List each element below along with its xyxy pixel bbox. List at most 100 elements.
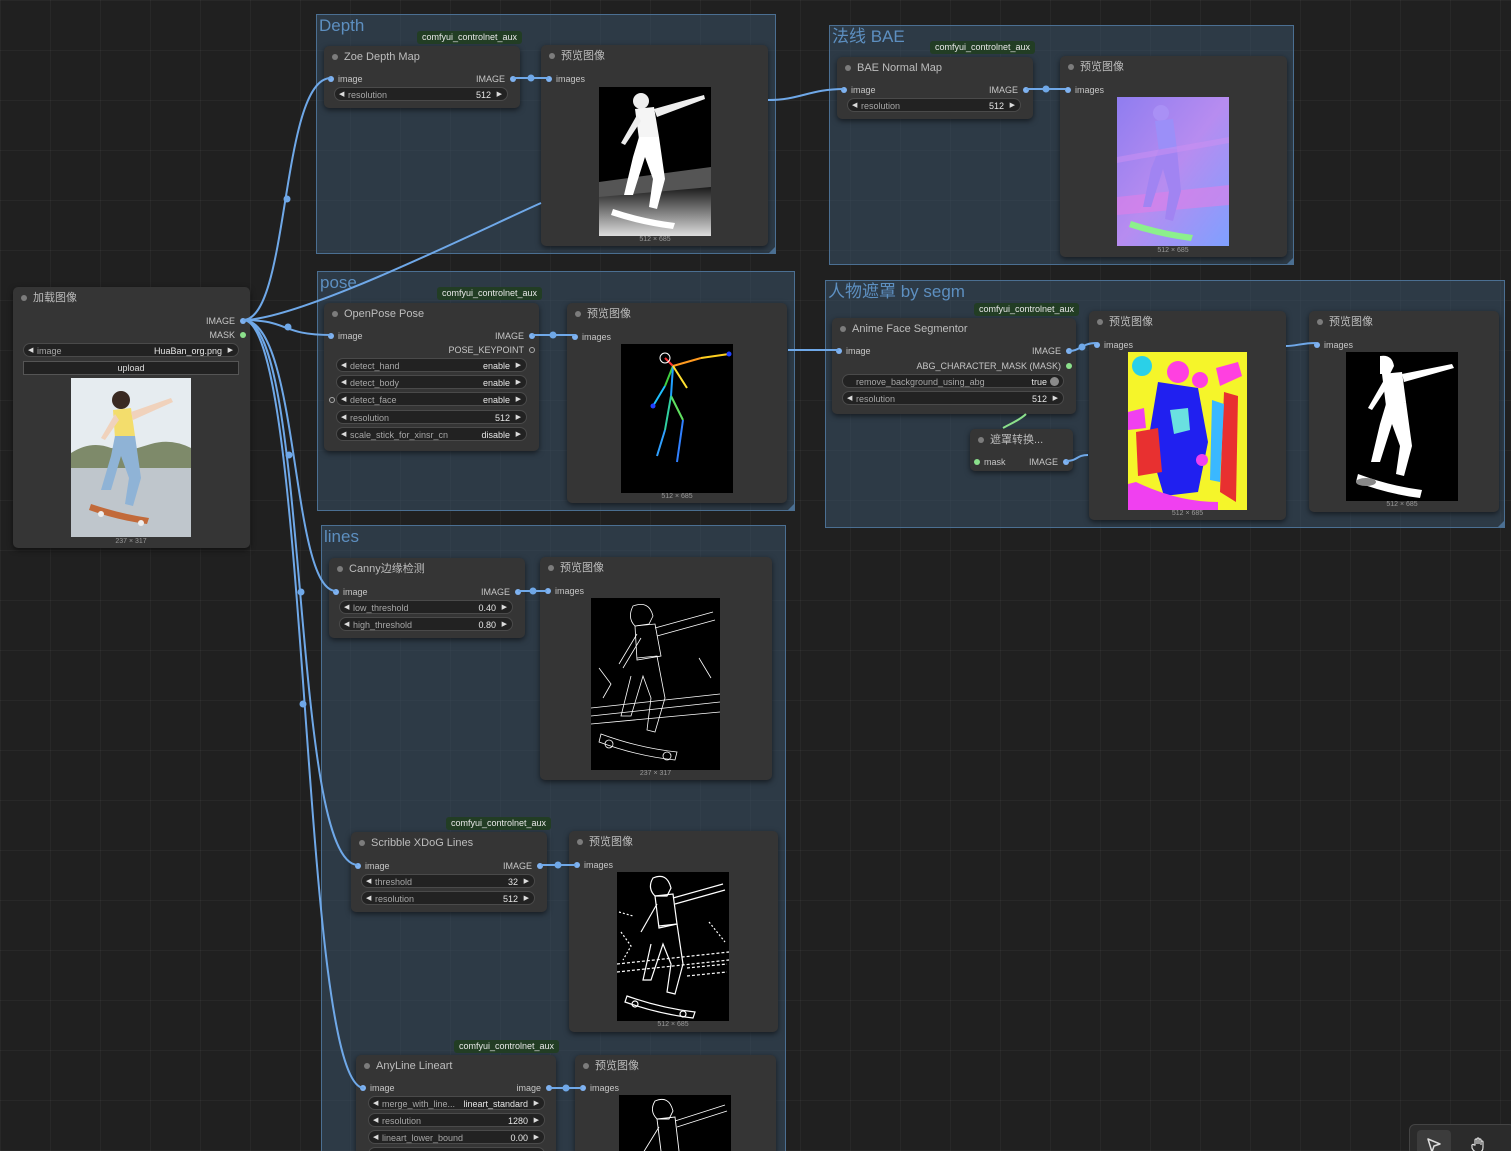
output-image[interactable]: image bbox=[516, 1082, 552, 1094]
collapse-dot-icon[interactable] bbox=[549, 53, 555, 59]
preview-image-node-segm-color[interactable]: 预览图像 images 512 × 685 bbox=[1089, 311, 1286, 520]
node-title[interactable]: AnyLine Lineart bbox=[356, 1055, 556, 1077]
resolution-widget[interactable]: ◀ resolution 512 ▶ bbox=[847, 98, 1021, 112]
input-image[interactable]: image bbox=[355, 860, 390, 872]
collapse-dot-icon[interactable] bbox=[845, 65, 851, 71]
resolution-widget[interactable]: ◀ resolution 512 ▶ bbox=[361, 891, 535, 905]
resolution-widget[interactable]: ◀ resolution 512 ▶ bbox=[334, 87, 508, 101]
input-images[interactable]: images bbox=[1094, 339, 1133, 351]
node-title[interactable]: BAE Normal Map bbox=[837, 57, 1033, 79]
mask-to-image-node[interactable]: 遮罩转换... mask IMAGE bbox=[970, 429, 1073, 471]
input-image[interactable]: image bbox=[841, 84, 876, 96]
pan-tool-button[interactable] bbox=[1461, 1130, 1495, 1151]
output-image[interactable]: IMAGE bbox=[1032, 345, 1072, 357]
next-widget-partial[interactable] bbox=[368, 1147, 545, 1151]
detect-body-widget[interactable]: ◀ detect_body enable ▶ bbox=[336, 375, 527, 389]
preview-image-node-normal[interactable]: 预览图像 images 512 × 685 bbox=[1060, 56, 1287, 257]
select-tool-button[interactable] bbox=[1417, 1130, 1451, 1151]
canny-edge-node[interactable]: Canny边缘检测 image IMAGE ◀ low_threshold 0.40… bbox=[329, 558, 525, 638]
collapse-dot-icon[interactable] bbox=[583, 1063, 589, 1069]
scribble-xdog-node[interactable]: Scribble XDoG Lines image IMAGE ◀ thresho… bbox=[351, 832, 547, 912]
collapse-dot-icon[interactable] bbox=[575, 311, 581, 317]
high-threshold-widget[interactable]: ◀ high_threshold 0.80 ▶ bbox=[339, 617, 513, 631]
preview-image-node-depth[interactable]: 预览图像 images 512 × 685 bbox=[541, 45, 768, 246]
detect-face-widget[interactable]: ◀ detect_face enable ▶ bbox=[336, 392, 527, 406]
collapse-dot-icon[interactable] bbox=[577, 839, 583, 845]
image-select-widget[interactable]: ◀ image HuaBan_org.png ▶ bbox=[23, 343, 239, 357]
output-pose-keypoint[interactable]: POSE_KEYPOINT bbox=[448, 344, 535, 356]
node-title[interactable]: 遮罩转换... bbox=[970, 429, 1073, 451]
node-title[interactable]: 预览图像 bbox=[1309, 311, 1499, 333]
upload-button[interactable]: upload bbox=[23, 361, 239, 375]
node-title[interactable]: 预览图像 bbox=[540, 557, 772, 579]
detect-hand-widget[interactable]: ◀ detect_hand enable ▶ bbox=[336, 358, 527, 372]
resolution-widget[interactable]: ◀ resolution 1280 ▶ bbox=[368, 1113, 545, 1127]
resolution-widget[interactable]: ◀ resolution 512 ▶ bbox=[842, 391, 1064, 405]
collapse-dot-icon[interactable] bbox=[337, 566, 343, 572]
node-title[interactable]: Anime Face Segmentor bbox=[832, 318, 1076, 340]
input-images[interactable]: images bbox=[546, 73, 585, 85]
preview-image-node-pose[interactable]: 预览图像 images 512 × 685 bbox=[567, 303, 787, 503]
input-images[interactable]: images bbox=[1065, 84, 1104, 96]
node-title[interactable]: OpenPose Pose bbox=[324, 303, 539, 325]
node-title[interactable]: Zoe Depth Map bbox=[324, 46, 520, 68]
input-images[interactable]: images bbox=[1314, 339, 1353, 351]
preview-image-node-anyline[interactable]: 预览图像 images bbox=[575, 1055, 776, 1151]
input-image[interactable]: image bbox=[836, 345, 871, 357]
zoe-depth-map-node[interactable]: Zoe Depth Map image IMAGE ◀ resolution 512… bbox=[324, 46, 520, 108]
node-title[interactable]: 预览图像 bbox=[569, 831, 778, 853]
output-mask[interactable]: MASK bbox=[209, 329, 246, 341]
node-graph-canvas[interactable]: Depth 法线 BAE pose 人物遮罩 by segm lines com… bbox=[0, 0, 1511, 1151]
low-threshold-widget[interactable]: ◀ low_threshold 0.40 ▶ bbox=[339, 600, 513, 614]
collapse-dot-icon[interactable] bbox=[1097, 319, 1103, 325]
input-image[interactable]: image bbox=[328, 330, 363, 342]
node-title[interactable]: Scribble XDoG Lines bbox=[351, 832, 547, 854]
output-image[interactable]: IMAGE bbox=[989, 84, 1029, 96]
output-image[interactable]: IMAGE bbox=[503, 860, 543, 872]
collapse-dot-icon[interactable] bbox=[978, 437, 984, 443]
resolution-widget[interactable]: ◀ resolution 512 ▶ bbox=[336, 410, 527, 424]
node-title[interactable]: 加载图像 bbox=[13, 287, 250, 309]
lineart-lower-bound-widget[interactable]: ◀ lineart_lower_bound 0.00 ▶ bbox=[368, 1130, 545, 1144]
node-title[interactable]: 预览图像 bbox=[1060, 56, 1287, 78]
output-image[interactable]: IMAGE bbox=[476, 73, 516, 85]
bae-normal-map-node[interactable]: BAE Normal Map image IMAGE ◀ resolution 51… bbox=[837, 57, 1033, 119]
remove-background-toggle[interactable]: remove_background_using_abg true bbox=[842, 374, 1064, 388]
input-images[interactable]: images bbox=[572, 331, 611, 343]
output-abg-mask[interactable]: ABG_CHARACTER_MASK (MASK) bbox=[916, 360, 1072, 372]
collapse-dot-icon[interactable] bbox=[359, 840, 365, 846]
preview-image-node-scribble[interactable]: 预览图像 images 512 × 685 bbox=[569, 831, 778, 1032]
collapse-dot-icon[interactable] bbox=[548, 565, 554, 571]
input-mask[interactable]: mask bbox=[974, 456, 1006, 468]
collapse-dot-icon[interactable] bbox=[332, 54, 338, 60]
openpose-pose-node[interactable]: OpenPose Pose image IMAGE POSE_KEYPOINT … bbox=[324, 303, 539, 451]
node-title[interactable]: 预览图像 bbox=[567, 303, 787, 325]
preview-image-node-segm-mask[interactable]: 预览图像 images 512 × 685 bbox=[1309, 311, 1499, 512]
collapse-dot-icon[interactable] bbox=[364, 1063, 370, 1069]
input-images[interactable]: images bbox=[545, 585, 584, 597]
collapse-dot-icon[interactable] bbox=[332, 311, 338, 317]
input-images[interactable]: images bbox=[574, 859, 613, 871]
collapse-dot-icon[interactable] bbox=[21, 295, 27, 301]
merge-with-lineart-widget[interactable]: ◀ merge_with_line... lineart_standard ▶ bbox=[368, 1096, 545, 1110]
collapse-dot-icon[interactable] bbox=[1068, 64, 1074, 70]
threshold-widget[interactable]: ◀ threshold 32 ▶ bbox=[361, 874, 535, 888]
widget-input-slot-icon[interactable] bbox=[329, 397, 335, 403]
input-images[interactable]: images bbox=[580, 1082, 619, 1094]
anyline-lineart-node[interactable]: AnyLine Lineart image image ◀ merge_with_… bbox=[356, 1055, 556, 1151]
load-image-node[interactable]: 加载图像 IMAGE MASK ◀ image HuaBan_org.png ▶ up… bbox=[13, 287, 250, 548]
anime-face-segmentor-node[interactable]: Anime Face Segmentor image IMAGE ABG_CHA… bbox=[832, 318, 1076, 414]
output-image[interactable]: IMAGE bbox=[206, 315, 246, 327]
output-image[interactable]: IMAGE bbox=[1029, 456, 1069, 468]
output-image[interactable]: IMAGE bbox=[481, 586, 521, 598]
node-title[interactable]: 预览图像 bbox=[575, 1055, 776, 1077]
input-image[interactable]: image bbox=[333, 586, 368, 598]
node-title[interactable]: Canny边缘检测 bbox=[329, 558, 525, 580]
output-image[interactable]: IMAGE bbox=[495, 330, 535, 342]
input-image[interactable]: image bbox=[360, 1082, 395, 1094]
collapse-dot-icon[interactable] bbox=[1317, 319, 1323, 325]
collapse-dot-icon[interactable] bbox=[840, 326, 846, 332]
node-title[interactable]: 预览图像 bbox=[541, 45, 768, 67]
node-title[interactable]: 预览图像 bbox=[1089, 311, 1286, 333]
preview-image-node-canny[interactable]: 预览图像 images 237 × 317 bbox=[540, 557, 772, 780]
